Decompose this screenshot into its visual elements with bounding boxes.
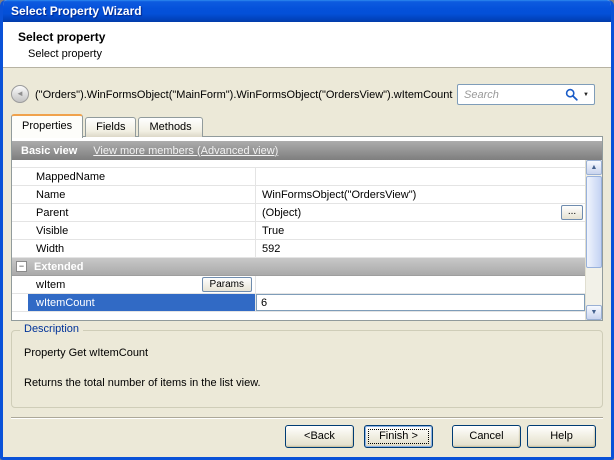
tab-properties[interactable]: Properties bbox=[11, 114, 83, 138]
description-caption: Description bbox=[20, 323, 83, 335]
table-row-visible[interactable]: Visible True bbox=[12, 222, 585, 240]
description-line1: Property Get wItemCount bbox=[24, 347, 148, 359]
scroll-thumb[interactable] bbox=[586, 176, 602, 268]
property-value: 592 bbox=[262, 243, 280, 255]
select-property-wizard-window: Select Property Wizard Select property S… bbox=[0, 0, 614, 460]
object-path: ("Orders").WinFormsObject("MainForm").Wi… bbox=[35, 89, 452, 101]
tab-fields[interactable]: Fields bbox=[85, 117, 136, 137]
title-bar[interactable]: Select Property Wizard bbox=[3, 0, 611, 22]
property-value: WinFormsObject("OrdersView") bbox=[262, 189, 416, 201]
search-input[interactable] bbox=[462, 88, 563, 102]
table-row-mappedname[interactable]: MappedName bbox=[12, 168, 585, 186]
view-label: Basic view bbox=[21, 145, 77, 157]
selected-property-name-cell: wItemCount bbox=[28, 294, 256, 311]
footer-separator bbox=[11, 417, 603, 419]
advanced-view-link[interactable]: View more members (Advanced view) bbox=[93, 145, 278, 157]
back-button[interactable]: <Back bbox=[285, 425, 354, 448]
ellipsis-button[interactable]: ... bbox=[561, 205, 583, 220]
collapse-icon[interactable]: − bbox=[16, 261, 27, 272]
wizard-header: Select property Select property bbox=[3, 22, 611, 68]
property-name: wItem bbox=[36, 279, 65, 291]
scroll-up-button[interactable]: ▲ bbox=[586, 160, 602, 175]
property-name: Name bbox=[36, 189, 65, 201]
property-value: 6 bbox=[261, 297, 267, 309]
back-navigation-button[interactable]: ◄ bbox=[11, 85, 29, 103]
table-row-width[interactable]: Width 592 bbox=[12, 240, 585, 258]
finish-button[interactable]: Finish > bbox=[364, 425, 433, 448]
params-button[interactable]: Params bbox=[202, 277, 252, 292]
table-row-witem[interactable]: wItem Params bbox=[12, 276, 585, 294]
scroll-down-button[interactable]: ▼ bbox=[586, 305, 602, 320]
table-row-parent[interactable]: Parent (Object) ... bbox=[12, 204, 585, 222]
value-editor[interactable]: 6 bbox=[256, 294, 585, 311]
property-grid: MappedName Name WinFormsObject("OrdersVi… bbox=[12, 160, 585, 320]
property-name: Parent bbox=[36, 207, 68, 219]
search-box: ▼ bbox=[457, 84, 595, 105]
properties-panel: Basic view View more members (Advanced v… bbox=[11, 136, 603, 321]
view-header-bar: Basic view View more members (Advanced v… bbox=[12, 141, 602, 160]
property-name: Width bbox=[36, 243, 64, 255]
property-value: (Object) bbox=[262, 207, 301, 219]
table-row-witemcount[interactable]: wItemCount 6 bbox=[12, 294, 585, 312]
property-name: Visible bbox=[36, 225, 68, 237]
group-row-extended[interactable]: − Extended bbox=[12, 258, 585, 276]
search-dropdown-icon[interactable]: ▼ bbox=[581, 92, 591, 98]
property-name: MappedName bbox=[36, 171, 105, 183]
property-name: wItemCount bbox=[36, 297, 95, 309]
page-title: Select property bbox=[18, 30, 105, 44]
vertical-scrollbar[interactable]: ▲ ▼ bbox=[585, 160, 602, 320]
back-arrow-icon: ◄ bbox=[16, 89, 24, 98]
cancel-button[interactable]: Cancel bbox=[452, 425, 521, 448]
description-line2: Returns the total number of items in the… bbox=[24, 377, 261, 389]
partial-row bbox=[12, 160, 585, 168]
description-group: Description Property Get wItemCount Retu… bbox=[11, 330, 603, 408]
window-title: Select Property Wizard bbox=[11, 4, 142, 18]
help-button[interactable]: Help bbox=[527, 425, 596, 448]
property-value: True bbox=[262, 225, 284, 237]
table-row-name[interactable]: Name WinFormsObject("OrdersView") bbox=[12, 186, 585, 204]
tab-methods[interactable]: Methods bbox=[138, 117, 202, 137]
page-subtitle: Select property bbox=[28, 48, 102, 60]
search-icon[interactable] bbox=[565, 88, 578, 101]
group-label: Extended bbox=[34, 261, 84, 273]
tab-strip: Properties Fields Methods bbox=[11, 113, 205, 137]
